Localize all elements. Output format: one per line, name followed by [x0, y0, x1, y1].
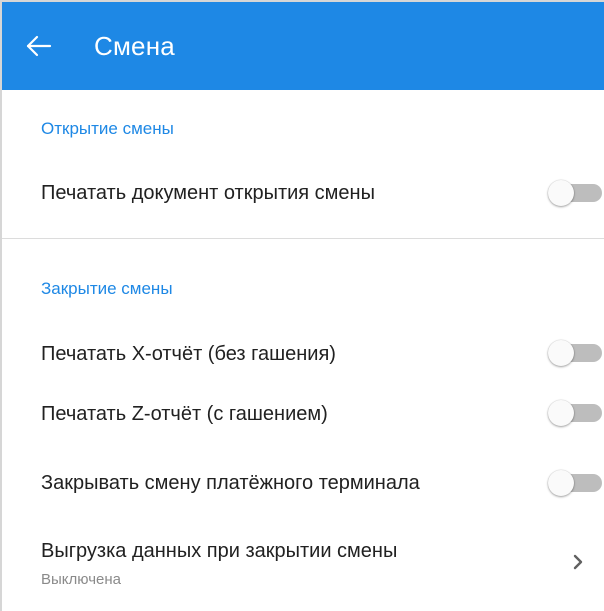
print-z-report-switch[interactable] [546, 399, 602, 427]
settings-screen: Смена Открытие смены Печатать документ о… [0, 0, 604, 611]
arrow-left-icon [26, 35, 52, 57]
setting-row-close-terminal-shift[interactable]: Закрывать смену платёжного терминала [2, 458, 604, 508]
setting-label: Печатать X-отчёт (без гашения) [41, 343, 336, 365]
section-divider [2, 238, 604, 239]
section-header-opening: Открытие смены [41, 119, 174, 138]
setting-sublabel: Выключена [41, 571, 121, 588]
page-title: Смена [94, 31, 175, 61]
setting-row-print-opening-doc[interactable]: Печатать документ открытия смены [2, 168, 604, 218]
section-header-closing: Закрытие смены [41, 279, 173, 298]
switch-thumb [548, 180, 574, 206]
setting-label: Печатать документ открытия смены [41, 182, 375, 204]
setting-label: Печатать Z-отчёт (с гашением) [41, 403, 328, 425]
app-bar: Смена [2, 2, 604, 90]
chevron-right-icon [573, 554, 583, 570]
print-opening-doc-switch[interactable] [546, 179, 602, 207]
close-terminal-shift-switch[interactable] [546, 469, 602, 497]
setting-label: Закрывать смену платёжного терминала [41, 472, 420, 494]
back-button[interactable] [22, 28, 58, 64]
setting-row-data-export[interactable]: Выгрузка данных при закрытии смены Выклю… [2, 532, 604, 602]
setting-label: Выгрузка данных при закрытии смены [41, 540, 398, 562]
setting-row-print-z-report[interactable]: Печатать Z-отчёт (с гашением) [2, 388, 604, 438]
switch-thumb [548, 340, 574, 366]
switch-thumb [548, 400, 574, 426]
switch-thumb [548, 470, 574, 496]
print-x-report-switch[interactable] [546, 339, 602, 367]
setting-row-print-x-report[interactable]: Печатать X-отчёт (без гашения) [2, 328, 604, 378]
